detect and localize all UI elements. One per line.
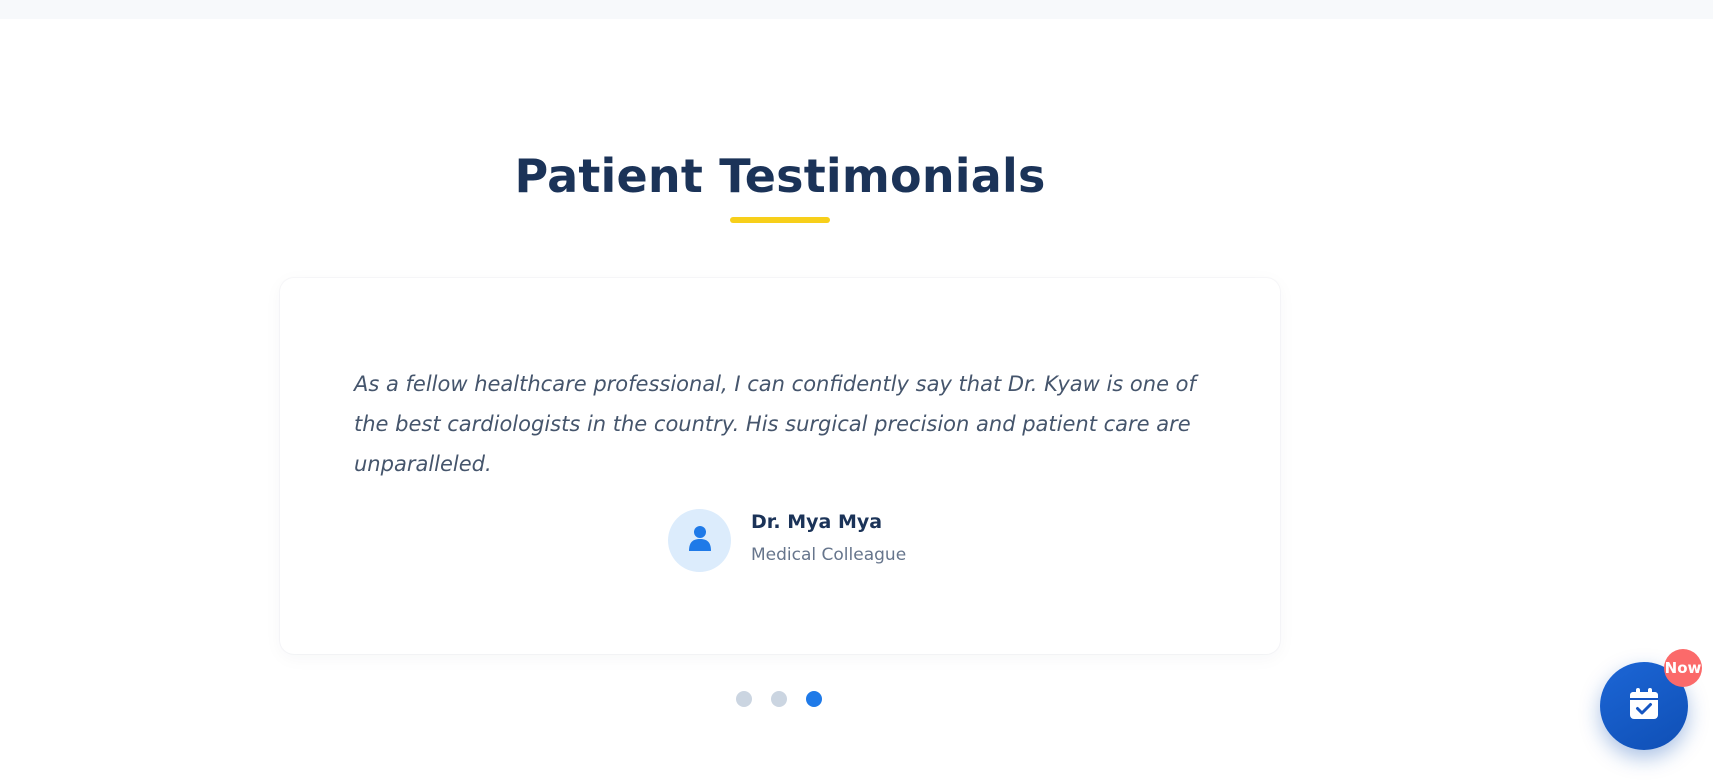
author-role: Medical Colleague: [751, 545, 907, 565]
testimonial-card: As a fellow healthcare professional, I c…: [280, 278, 1280, 654]
testimonial-author: Dr. Mya Mya Medical Colleague: [668, 508, 906, 572]
title-underline: [730, 217, 830, 223]
testimonial-quote: As a fellow healthcare professional, I c…: [354, 372, 1196, 476]
carousel-dot-3[interactable]: [806, 691, 822, 707]
carousel-dots: [736, 690, 822, 708]
section-title: Patient Testimonials: [514, 149, 1046, 203]
carousel-dot-1[interactable]: [736, 691, 752, 707]
user-icon: [688, 525, 712, 556]
author-name: Dr. Mya Mya: [751, 511, 883, 533]
carousel-dot-2[interactable]: [771, 691, 787, 707]
now-badge: Now: [1664, 649, 1702, 687]
avatar: [668, 508, 731, 572]
calendar-check-icon: [1629, 687, 1659, 725]
testimonials-section: Patient Testimonials As a fellow healthc…: [0, 19, 1713, 783]
author-text: Dr. Mya Mya Medical Colleague: [751, 511, 907, 565]
top-strip: [0, 0, 1713, 19]
